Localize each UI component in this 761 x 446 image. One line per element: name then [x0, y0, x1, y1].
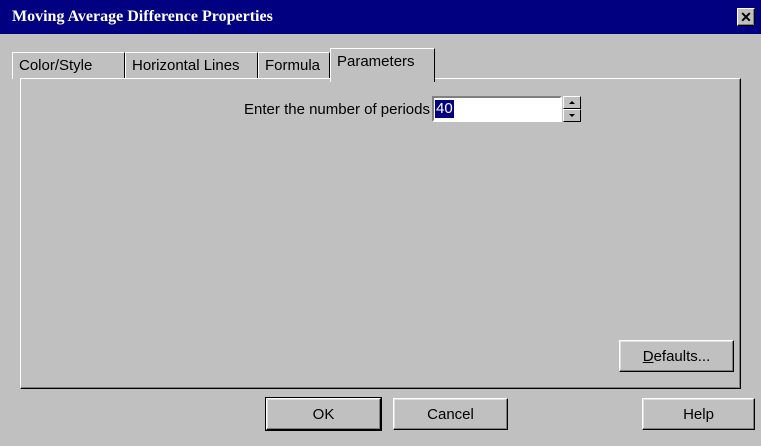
tab-color-style[interactable]: Color/Style	[12, 52, 125, 79]
cancel-label: Cancel	[427, 405, 474, 423]
ok-button[interactable]: OK	[265, 397, 382, 431]
tab-label: Color/Style	[19, 57, 93, 74]
periods-spinner[interactable]	[563, 96, 581, 122]
help-button[interactable]: Help	[642, 398, 755, 430]
close-icon: ✕	[740, 9, 752, 25]
tab-label: Horizontal Lines	[132, 57, 240, 74]
title-bar[interactable]: Moving Average Difference Properties ✕	[0, 0, 761, 34]
ok-label: OK	[312, 405, 335, 423]
tab-formula[interactable]: Formula	[258, 52, 330, 79]
arrow-up-icon	[569, 101, 575, 104]
defaults-mnemonic: D	[642, 347, 654, 365]
tab-horizontal-lines[interactable]: Horizontal Lines	[125, 52, 258, 79]
help-label: Help	[683, 405, 714, 423]
periods-label: Enter the number of periods	[244, 101, 430, 118]
tab-label: Parameters	[337, 53, 415, 70]
periods-input[interactable]: 40	[432, 96, 562, 122]
defaults-label: efaults...	[653, 347, 711, 365]
cancel-button[interactable]: Cancel	[393, 398, 508, 430]
close-button[interactable]: ✕	[737, 8, 755, 26]
arrow-down-icon	[569, 114, 575, 117]
periods-value: 40	[435, 100, 454, 118]
tab-label: Formula	[265, 57, 321, 74]
tab-parameters[interactable]: Parameters	[330, 48, 435, 82]
spin-up-button[interactable]	[563, 96, 581, 109]
defaults-button[interactable]: Defaults...	[619, 340, 734, 372]
window-title: Moving Average Difference Properties	[12, 8, 273, 25]
spin-down-button[interactable]	[563, 109, 581, 122]
